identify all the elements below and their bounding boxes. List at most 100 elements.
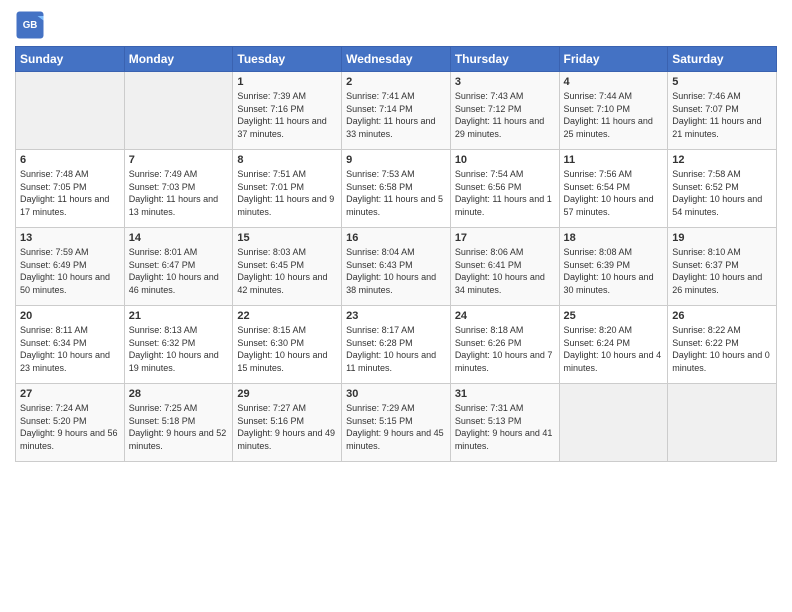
day-number: 22 bbox=[237, 310, 337, 322]
day-number: 17 bbox=[455, 232, 555, 244]
day-info: Sunrise: 7:54 AMSunset: 6:56 PMDaylight:… bbox=[455, 168, 555, 218]
day-info: Sunrise: 7:41 AMSunset: 7:14 PMDaylight:… bbox=[346, 90, 446, 140]
day-cell bbox=[16, 72, 125, 150]
day-info: Sunrise: 8:20 AMSunset: 6:24 PMDaylight:… bbox=[564, 324, 664, 374]
day-info: Sunrise: 7:43 AMSunset: 7:12 PMDaylight:… bbox=[455, 90, 555, 140]
day-cell: 24Sunrise: 8:18 AMSunset: 6:26 PMDayligh… bbox=[450, 306, 559, 384]
day-cell: 3 Sunrise: 7:43 AMSunset: 7:12 PMDaylight… bbox=[450, 72, 559, 150]
day-cell: 22Sunrise: 8:15 AMSunset: 6:30 PMDayligh… bbox=[233, 306, 342, 384]
day-number: 7 bbox=[129, 154, 229, 166]
day-cell: 20 Sunrise: 8:11 AMSunset: 6:34 PMDayligh… bbox=[16, 306, 125, 384]
day-info: Sunrise: 7:56 AMSunset: 6:54 PMDaylight:… bbox=[564, 168, 664, 218]
day-info: Sunrise: 7:29 AMSunset: 5:15 PMDaylight:… bbox=[346, 402, 446, 452]
day-info: Sunrise: 8:22 AMSunset: 6:22 PMDaylight:… bbox=[672, 324, 772, 374]
week-row-4: 20 Sunrise: 8:11 AMSunset: 6:34 PMDayligh… bbox=[16, 306, 777, 384]
day-number: 15 bbox=[237, 232, 337, 244]
day-cell: 13Sunrise: 7:59 AMSunset: 6:49 PMDayligh… bbox=[16, 228, 125, 306]
day-cell: 21 Sunrise: 8:13 AMSunset: 6:32 PMDayligh… bbox=[124, 306, 233, 384]
day-info: Sunrise: 7:24 AMSunset: 5:20 PMDaylight:… bbox=[20, 402, 120, 452]
day-number: 21 bbox=[129, 310, 229, 322]
day-number: 14 bbox=[129, 232, 229, 244]
day-cell: 1 Sunrise: 7:39 AMSunset: 7:16 PMDaylight… bbox=[233, 72, 342, 150]
day-number: 25 bbox=[564, 310, 664, 322]
day-number: 31 bbox=[455, 388, 555, 400]
day-cell: 12Sunrise: 7:58 AMSunset: 6:52 PMDayligh… bbox=[668, 150, 777, 228]
day-info: Sunrise: 7:48 AMSunset: 7:05 PMDaylight:… bbox=[20, 168, 120, 218]
week-row-1: 1 Sunrise: 7:39 AMSunset: 7:16 PMDaylight… bbox=[16, 72, 777, 150]
day-cell: 16 Sunrise: 8:04 AMSunset: 6:43 PMDayligh… bbox=[342, 228, 451, 306]
day-cell: 2 Sunrise: 7:41 AMSunset: 7:14 PMDaylight… bbox=[342, 72, 451, 150]
svg-text:GB: GB bbox=[23, 20, 38, 31]
header: GB bbox=[15, 10, 777, 40]
header-row: SundayMondayTuesdayWednesdayThursdayFrid… bbox=[16, 47, 777, 72]
day-number: 27 bbox=[20, 388, 120, 400]
day-info: Sunrise: 8:18 AMSunset: 6:26 PMDaylight:… bbox=[455, 324, 555, 374]
day-number: 28 bbox=[129, 388, 229, 400]
day-info: Sunrise: 8:04 AMSunset: 6:43 PMDaylight:… bbox=[346, 246, 446, 296]
day-cell: 18Sunrise: 8:08 AMSunset: 6:39 PMDayligh… bbox=[559, 228, 668, 306]
day-cell: 14 Sunrise: 8:01 AMSunset: 6:47 PMDayligh… bbox=[124, 228, 233, 306]
logo-icon: GB bbox=[15, 10, 45, 40]
day-info: Sunrise: 8:10 AMSunset: 6:37 PMDaylight:… bbox=[672, 246, 772, 296]
week-row-3: 13Sunrise: 7:59 AMSunset: 6:49 PMDayligh… bbox=[16, 228, 777, 306]
day-number: 18 bbox=[564, 232, 664, 244]
day-info: Sunrise: 7:44 AMSunset: 7:10 PMDaylight:… bbox=[564, 90, 664, 140]
day-number: 3 bbox=[455, 76, 555, 88]
day-number: 5 bbox=[672, 76, 772, 88]
day-number: 29 bbox=[237, 388, 337, 400]
day-cell: 5 Sunrise: 7:46 AMSunset: 7:07 PMDaylight… bbox=[668, 72, 777, 150]
day-number: 20 bbox=[20, 310, 120, 322]
day-number: 30 bbox=[346, 388, 446, 400]
day-info: Sunrise: 8:17 AMSunset: 6:28 PMDaylight:… bbox=[346, 324, 446, 374]
day-number: 4 bbox=[564, 76, 664, 88]
day-info: Sunrise: 7:46 AMSunset: 7:07 PMDaylight:… bbox=[672, 90, 772, 140]
day-cell: 8Sunrise: 7:51 AMSunset: 7:01 PMDaylight… bbox=[233, 150, 342, 228]
header-monday: Monday bbox=[124, 47, 233, 72]
day-number: 6 bbox=[20, 154, 120, 166]
header-friday: Friday bbox=[559, 47, 668, 72]
header-wednesday: Wednesday bbox=[342, 47, 451, 72]
day-cell: 30 Sunrise: 7:29 AMSunset: 5:15 PMDayligh… bbox=[342, 384, 451, 462]
day-cell: 4 Sunrise: 7:44 AMSunset: 7:10 PMDaylight… bbox=[559, 72, 668, 150]
day-cell bbox=[668, 384, 777, 462]
header-thursday: Thursday bbox=[450, 47, 559, 72]
day-cell: 25 Sunrise: 8:20 AMSunset: 6:24 PMDayligh… bbox=[559, 306, 668, 384]
header-sunday: Sunday bbox=[16, 47, 125, 72]
day-info: Sunrise: 8:03 AMSunset: 6:45 PMDaylight:… bbox=[237, 246, 337, 296]
day-number: 26 bbox=[672, 310, 772, 322]
header-saturday: Saturday bbox=[668, 47, 777, 72]
day-number: 1 bbox=[237, 76, 337, 88]
day-info: Sunrise: 7:49 AMSunset: 7:03 PMDaylight:… bbox=[129, 168, 229, 218]
day-info: Sunrise: 8:13 AMSunset: 6:32 PMDaylight:… bbox=[129, 324, 229, 374]
week-row-2: 6 Sunrise: 7:48 AMSunset: 7:05 PMDaylight… bbox=[16, 150, 777, 228]
header-tuesday: Tuesday bbox=[233, 47, 342, 72]
day-info: Sunrise: 7:25 AMSunset: 5:18 PMDaylight:… bbox=[129, 402, 229, 452]
day-number: 16 bbox=[346, 232, 446, 244]
day-cell: 10Sunrise: 7:54 AMSunset: 6:56 PMDayligh… bbox=[450, 150, 559, 228]
day-info: Sunrise: 8:11 AMSunset: 6:34 PMDaylight:… bbox=[20, 324, 120, 374]
day-number: 2 bbox=[346, 76, 446, 88]
day-number: 11 bbox=[564, 154, 664, 166]
day-cell: 31Sunrise: 7:31 AMSunset: 5:13 PMDayligh… bbox=[450, 384, 559, 462]
day-info: Sunrise: 7:39 AMSunset: 7:16 PMDaylight:… bbox=[237, 90, 337, 140]
day-cell: 23 Sunrise: 8:17 AMSunset: 6:28 PMDayligh… bbox=[342, 306, 451, 384]
day-number: 9 bbox=[346, 154, 446, 166]
day-info: Sunrise: 7:27 AMSunset: 5:16 PMDaylight:… bbox=[237, 402, 337, 452]
calendar-table: SundayMondayTuesdayWednesdayThursdayFrid… bbox=[15, 46, 777, 462]
day-cell: 11 Sunrise: 7:56 AMSunset: 6:54 PMDayligh… bbox=[559, 150, 668, 228]
day-cell: 28 Sunrise: 7:25 AMSunset: 5:18 PMDayligh… bbox=[124, 384, 233, 462]
day-number: 8 bbox=[237, 154, 337, 166]
day-cell bbox=[559, 384, 668, 462]
day-cell: 6 Sunrise: 7:48 AMSunset: 7:05 PMDaylight… bbox=[16, 150, 125, 228]
week-row-5: 27 Sunrise: 7:24 AMSunset: 5:20 PMDayligh… bbox=[16, 384, 777, 462]
day-cell: 27 Sunrise: 7:24 AMSunset: 5:20 PMDayligh… bbox=[16, 384, 125, 462]
day-cell: 17 Sunrise: 8:06 AMSunset: 6:41 PMDayligh… bbox=[450, 228, 559, 306]
day-info: Sunrise: 8:06 AMSunset: 6:41 PMDaylight:… bbox=[455, 246, 555, 296]
logo: GB bbox=[15, 10, 49, 40]
day-number: 23 bbox=[346, 310, 446, 322]
day-number: 13 bbox=[20, 232, 120, 244]
day-cell bbox=[124, 72, 233, 150]
day-info: Sunrise: 8:01 AMSunset: 6:47 PMDaylight:… bbox=[129, 246, 229, 296]
day-cell: 29 Sunrise: 7:27 AMSunset: 5:16 PMDayligh… bbox=[233, 384, 342, 462]
calendar-page: GB SundayMondayTuesdayWednesdayThursdayF… bbox=[0, 0, 792, 612]
